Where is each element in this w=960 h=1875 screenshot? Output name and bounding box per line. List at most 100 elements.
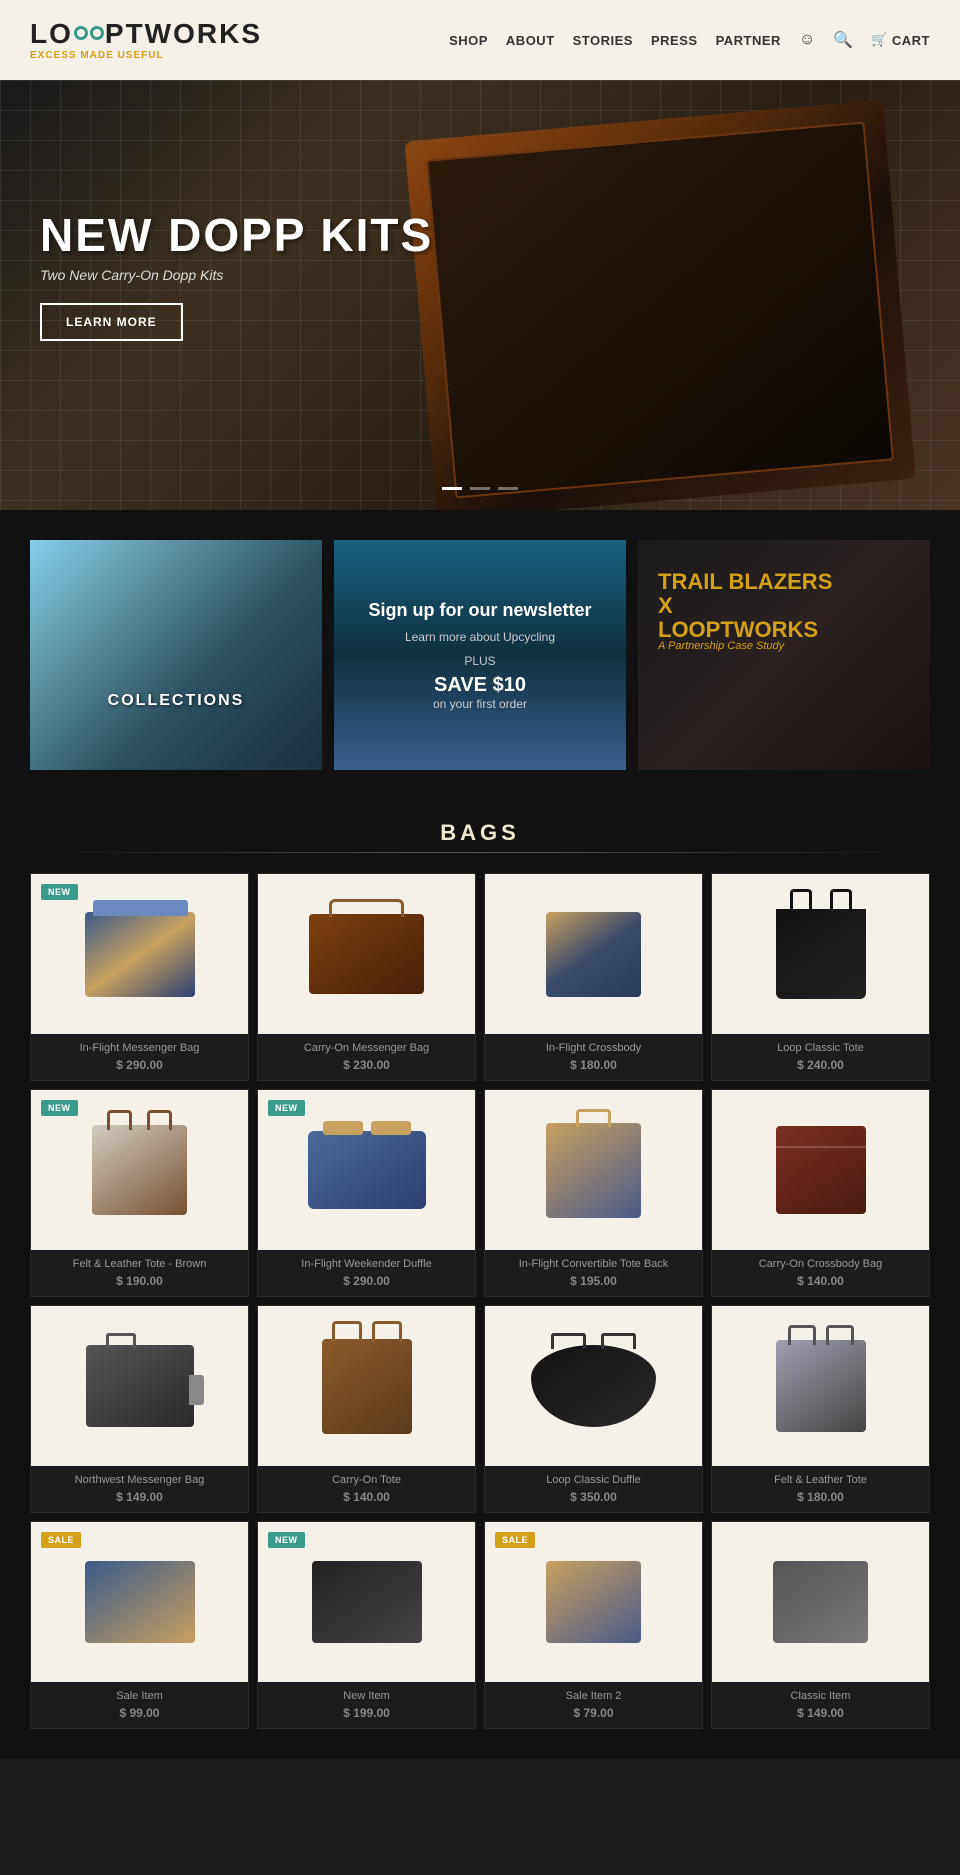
product-info: In-Flight Messenger Bag $ 290.00 <box>31 1034 248 1080</box>
newsletter-title: Sign up for our newsletter <box>349 599 612 622</box>
new-badge: NEW <box>268 1100 305 1116</box>
product-name: Carry-On Crossbody Bag <box>720 1258 921 1270</box>
sale-badge: SALE <box>41 1532 81 1548</box>
product-image <box>485 1090 702 1250</box>
product-price: $ 140.00 <box>266 1490 467 1504</box>
product-image <box>712 1090 929 1250</box>
product-price: $ 230.00 <box>266 1058 467 1072</box>
product-card[interactable]: Northwest Messenger Bag $ 149.00 <box>30 1305 249 1513</box>
product-card[interactable]: Carry-On Tote $ 140.00 <box>257 1305 476 1513</box>
partner-title: TRAIL BLAZERSXLOOPTWORKS <box>658 570 832 643</box>
product-info: Classic Item $ 149.00 <box>712 1682 929 1728</box>
product-card[interactable]: In-Flight Convertible Tote Back $ 195.00 <box>484 1089 703 1297</box>
product-card[interactable]: SALE Sale Item $ 99.00 <box>30 1521 249 1729</box>
product-info: Felt & Leather Tote $ 180.00 <box>712 1466 929 1512</box>
product-name: In-Flight Crossbody <box>493 1042 694 1054</box>
product-card[interactable]: NEW In-Flight Weekender Duffle $ 290.00 <box>257 1089 476 1297</box>
nav-shop[interactable]: SHOP <box>449 33 488 48</box>
partner-subtitle: A Partnership Case Study <box>658 640 784 652</box>
product-name: Loop Classic Duffle <box>493 1474 694 1486</box>
user-icon[interactable]: ☺ <box>799 31 815 49</box>
hero-title: NEW DOPP KITS <box>40 210 433 261</box>
product-card[interactable]: NEW Felt & Leather Tote - Brown $ 190.00 <box>30 1089 249 1297</box>
newsletter-save: SAVE $10 <box>349 674 612 697</box>
collections-bg <box>30 540 322 770</box>
hero-dot-2[interactable] <box>470 487 490 490</box>
product-card[interactable]: Carry-On Messenger Bag $ 230.00 <box>257 873 476 1081</box>
product-info: Carry-On Messenger Bag $ 230.00 <box>258 1034 475 1080</box>
logo-tagline: EXCESS MADE USEFUL <box>30 50 262 61</box>
product-card[interactable]: SALE Sale Item 2 $ 79.00 <box>484 1521 703 1729</box>
product-price: $ 195.00 <box>493 1274 694 1288</box>
promo-newsletter[interactable]: Sign up for our newsletter Learn more ab… <box>334 540 626 770</box>
product-info: Felt & Leather Tote - Brown $ 190.00 <box>31 1250 248 1296</box>
product-price: $ 180.00 <box>720 1490 921 1504</box>
hero-subtitle: Two New Carry-On Dopp Kits <box>40 267 433 283</box>
header: LOPTWORKS EXCESS MADE USEFUL SHOP ABOUT … <box>0 0 960 80</box>
newsletter-on: on your first order <box>349 697 612 711</box>
logo-text: LOPTWORKS <box>30 20 262 48</box>
collections-label: COLLECTIONS <box>108 692 245 710</box>
new-badge: NEW <box>41 884 78 900</box>
product-price: $ 290.00 <box>39 1058 240 1072</box>
hero-cta-button[interactable]: LEARN MORE <box>40 303 183 341</box>
product-card[interactable]: Classic Item $ 149.00 <box>711 1521 930 1729</box>
product-name: In-Flight Convertible Tote Back <box>493 1258 694 1270</box>
product-price: $ 140.00 <box>720 1274 921 1288</box>
hero-dot-3[interactable] <box>498 487 518 490</box>
product-info: In-Flight Weekender Duffle $ 290.00 <box>258 1250 475 1296</box>
bags-title: BAGS <box>30 820 930 846</box>
search-icon[interactable]: 🔍 <box>833 30 853 50</box>
product-name: Classic Item <box>720 1690 921 1702</box>
cart-label: CART <box>892 33 930 48</box>
new-badge: NEW <box>268 1532 305 1548</box>
promo-collections[interactable]: COLLECTIONS <box>30 540 322 770</box>
product-price: $ 99.00 <box>39 1706 240 1720</box>
product-price: $ 199.00 <box>266 1706 467 1720</box>
product-price: $ 290.00 <box>266 1274 467 1288</box>
product-name: Felt & Leather Tote - Brown <box>39 1258 240 1270</box>
logo[interactable]: LOPTWORKS EXCESS MADE USEFUL <box>30 20 262 61</box>
bags-section: BAGS NEW In-Flight Messenger Bag $ 290.0… <box>0 800 960 1759</box>
newsletter-body: Learn more about Upcycling <box>349 628 612 646</box>
product-image <box>712 1306 929 1466</box>
hero-content: NEW DOPP KITS Two New Carry-On Dopp Kits… <box>40 210 433 341</box>
product-card[interactable]: NEW New Item $ 199.00 <box>257 1521 476 1729</box>
products-grid: NEW In-Flight Messenger Bag $ 290.00 Car… <box>30 873 930 1729</box>
product-info: Carry-On Tote $ 140.00 <box>258 1466 475 1512</box>
product-name: Felt & Leather Tote <box>720 1474 921 1486</box>
product-card[interactable]: Carry-On Crossbody Bag $ 140.00 <box>711 1089 930 1297</box>
product-card[interactable]: In-Flight Crossbody $ 180.00 <box>484 873 703 1081</box>
nav-partner[interactable]: PARTNER <box>716 33 781 48</box>
promo-section: COLLECTIONS Sign up for our newsletter L… <box>0 510 960 800</box>
promo-partner[interactable]: TRAIL BLAZERSXLOOPTWORKS A Partnership C… <box>638 540 930 770</box>
product-name: New Item <box>266 1690 467 1702</box>
nav-press[interactable]: PRESS <box>651 33 698 48</box>
product-price: $ 79.00 <box>493 1706 694 1720</box>
product-name: In-Flight Messenger Bag <box>39 1042 240 1054</box>
product-image <box>712 1522 929 1682</box>
hero-dot-1[interactable] <box>442 487 462 490</box>
product-price: $ 190.00 <box>39 1274 240 1288</box>
nav-about[interactable]: ABOUT <box>506 33 555 48</box>
product-card[interactable]: Loop Classic Tote $ 240.00 <box>711 873 930 1081</box>
nav-stories[interactable]: STORIES <box>573 33 633 48</box>
product-info: In-Flight Convertible Tote Back $ 195.00 <box>485 1250 702 1296</box>
product-info: Northwest Messenger Bag $ 149.00 <box>31 1466 248 1512</box>
section-divider <box>30 852 930 853</box>
product-name: Loop Classic Tote <box>720 1042 921 1054</box>
newsletter-plus: PLUS <box>349 652 612 670</box>
product-info: Loop Classic Duffle $ 350.00 <box>485 1466 702 1512</box>
product-card[interactable]: NEW In-Flight Messenger Bag $ 290.00 <box>30 873 249 1081</box>
product-price: $ 350.00 <box>493 1490 694 1504</box>
product-name: Carry-On Tote <box>266 1474 467 1486</box>
cart-link[interactable]: 🛒 CART <box>871 32 930 48</box>
product-name: In-Flight Weekender Duffle <box>266 1258 467 1270</box>
product-info: Carry-On Crossbody Bag $ 140.00 <box>712 1250 929 1296</box>
newsletter-content: Sign up for our newsletter Learn more ab… <box>349 599 612 711</box>
product-info: Sale Item $ 99.00 <box>31 1682 248 1728</box>
product-card[interactable]: Loop Classic Duffle $ 350.00 <box>484 1305 703 1513</box>
product-price: $ 180.00 <box>493 1058 694 1072</box>
product-price: $ 149.00 <box>39 1490 240 1504</box>
product-card[interactable]: Felt & Leather Tote $ 180.00 <box>711 1305 930 1513</box>
